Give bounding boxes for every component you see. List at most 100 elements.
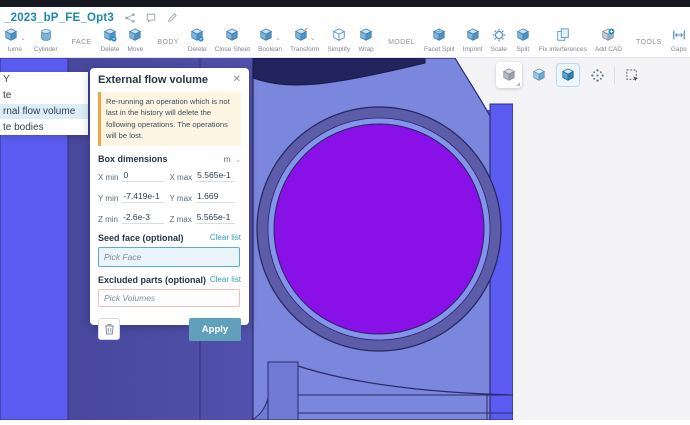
toolbar-button-label: Wrap (358, 46, 373, 53)
toolbar-button-label: Add CAD (595, 46, 622, 53)
toolbar-group-body: BODY Delete Close Sheet ⌄ Boolean ⌄Transform S… (151, 28, 378, 57)
toolbar-button-cylinder[interactable]: Cylinder (30, 28, 62, 57)
toolbar-group-0: ⌄ lume Cylinder (0, 28, 62, 57)
toolbar-button-label: Delete (188, 46, 207, 53)
menu-item-te-bodies[interactable]: te bodies (0, 119, 88, 135)
cube-outline-icon (332, 28, 346, 47)
toolbar-button-fix-interferences[interactable]: Fix interferences (535, 28, 591, 57)
toolbar-button-facet-split[interactable]: Facet Split (420, 28, 459, 57)
box-select-icon (625, 68, 640, 83)
dots-icon (590, 68, 605, 83)
comment-icon[interactable] (146, 13, 156, 23)
transform-icon (294, 28, 308, 47)
orbit-dots-button[interactable] (585, 63, 609, 87)
chevron-down-icon: ⌄ (20, 34, 26, 42)
dimension-label-z-min: Z min (98, 215, 118, 224)
titlebar: _2023_bP_FE_Opt3 (0, 7, 690, 28)
cube-gray-icon (502, 68, 516, 82)
dimension-cell: Z max 5.565e-1 (170, 212, 242, 224)
cube-icon (4, 28, 18, 47)
edit-pencil-icon[interactable] (167, 13, 177, 23)
toolbar-button-split[interactable]: Split (511, 28, 535, 57)
dimension-row: X min0X max5.565e-1 (98, 170, 241, 182)
view-toolbar-separator (614, 66, 615, 84)
toolbar-button-scale[interactable]: Scale (487, 28, 511, 57)
toolbar-button-imprint[interactable]: Imprint (459, 28, 487, 57)
cube-icon (259, 28, 273, 47)
dimension-input-z-max[interactable]: 5.565e-1 (196, 212, 235, 224)
toolbar-button-wrap[interactable]: Wrap (354, 28, 378, 57)
toolbar-button-label: Boolean (258, 46, 282, 53)
cube-badge-icon (190, 28, 204, 47)
dimension-input-x-max[interactable]: 5.565e-1 (196, 170, 235, 182)
chevron-down-icon: ⌄ (275, 34, 281, 42)
menu-item-te[interactable]: te (0, 88, 88, 104)
dimension-input-y-max[interactable]: 1.669 (196, 191, 235, 203)
chevron-down-icon: ⌄ (310, 34, 316, 42)
toolbar-button-lume[interactable]: ⌄ lume (0, 28, 30, 57)
view-toolbar (496, 62, 644, 88)
cube-icon (359, 28, 373, 47)
box-dimensions-title: Box dimensions (98, 154, 168, 164)
cube-icon (128, 28, 142, 47)
share-icon[interactable] (125, 13, 135, 23)
close-icon[interactable]: ✕ (233, 75, 241, 85)
toolbar-button-label: Cylinder (34, 46, 58, 53)
dimension-cell: Z min -2.6e-3 (98, 212, 170, 224)
chevron-down-icon: ⌄ (235, 157, 241, 164)
toolbar-button-close-sheet[interactable]: Close Sheet (211, 28, 254, 57)
dimension-input-y-min[interactable]: -7.419e-1 (122, 191, 163, 203)
toolbar-button-delete[interactable]: Delete (97, 28, 124, 57)
toolbar-button-simplify[interactable]: Simplify (323, 28, 354, 57)
toolbar-button-boolean[interactable]: ⌄ Boolean (254, 28, 286, 57)
dimension-input-z-min[interactable]: -2.6e-3 (122, 212, 164, 224)
cylinder-icon (39, 28, 53, 47)
dimension-cell: Y max1.669 (170, 191, 242, 203)
excluded-parts-clear-link[interactable]: Clear list (210, 275, 241, 284)
cube-blue-icon (532, 68, 546, 82)
section-cube-button[interactable] (556, 63, 580, 87)
trash-icon (104, 323, 115, 335)
seed-face-input[interactable] (98, 247, 240, 267)
toolbar-button-delete[interactable]: Delete (184, 28, 211, 57)
unit-select[interactable]: m ⌄ (224, 154, 241, 164)
excluded-parts-title: Excluded parts (optional) (98, 275, 206, 285)
menu-item-rnal-flow-volume[interactable]: rnal flow volume (0, 104, 88, 120)
toolbar-button-add-cad[interactable]: Add CAD (591, 28, 626, 57)
toolbar-button-label: Imprint (463, 46, 483, 53)
toolbar-group-tools: TOOLSGapsInterferences (630, 28, 690, 57)
group-label-body: BODY (157, 39, 178, 46)
dimension-input-x-min[interactable]: 0 (122, 170, 163, 182)
group-label-tools: TOOLS (636, 39, 662, 46)
duct-upright[interactable] (268, 362, 298, 420)
toolbar-button-label: lume (8, 46, 22, 53)
toolbar-button-transform[interactable]: ⌄Transform (286, 28, 323, 57)
flow-volume-menu: Yternal flow volumete bodies (0, 72, 88, 135)
box-dimensions-grid: X min0X max5.565e-1Y min-7.419e-1Y max1.… (98, 170, 241, 224)
seed-face-clear-link[interactable]: Clear list (210, 233, 241, 242)
cube-active-icon (561, 68, 575, 82)
toolbar-button-label: Split (517, 46, 530, 53)
view-orientation-cube-button[interactable] (496, 62, 522, 88)
group-label-face: FACE (72, 39, 92, 46)
toolbar-button-label: Move (127, 46, 143, 53)
dimension-label-x-max: X max (170, 173, 193, 182)
selected-purple-face[interactable] (274, 124, 484, 334)
delete-operation-button[interactable] (98, 318, 120, 340)
toolbar-button-gaps[interactable]: Gaps (667, 28, 690, 57)
box-select-button[interactable] (620, 63, 644, 87)
dimension-label-z-max: Z max (170, 215, 192, 224)
excluded-parts-input[interactable] (98, 289, 240, 307)
apply-button[interactable]: Apply (189, 318, 241, 341)
toolbar-button-label: Gaps (671, 46, 687, 53)
dimension-row: Z min -2.6e-3 Z max 5.565e-1 (98, 212, 241, 224)
rerun-warning: Re-running an operation which is not las… (98, 92, 241, 146)
menu-item-y[interactable]: Y (0, 72, 88, 88)
group-label-model: MODEL (388, 39, 415, 46)
add-cad-icon (601, 28, 615, 47)
perspective-cube-button[interactable] (527, 63, 551, 87)
toolbar-button-label: Simplify (327, 46, 350, 53)
toolbar-button-label: Scale (491, 46, 507, 53)
toolbar-button-move[interactable]: Move (123, 28, 147, 57)
dimension-label-y-min: Y min (98, 194, 118, 203)
